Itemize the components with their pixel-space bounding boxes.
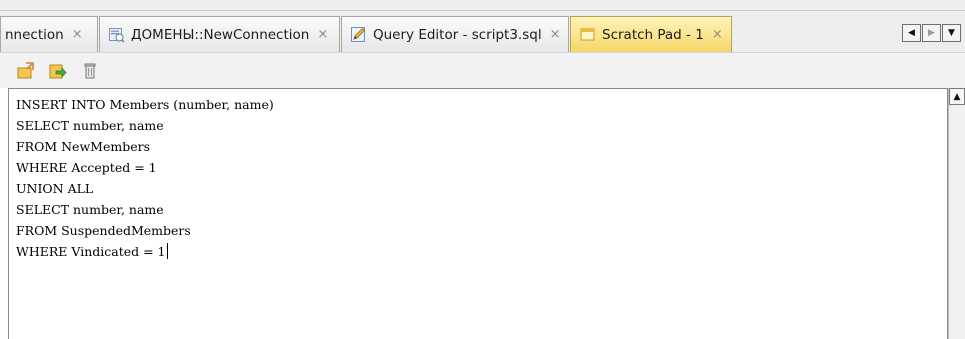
scroll-tabs-right-button[interactable]: ▶ <box>922 24 941 42</box>
tab-navigation: ◀ ▶ ▼ <box>902 24 965 42</box>
close-icon[interactable]: × <box>309 27 334 42</box>
database-connection-icon <box>109 28 125 43</box>
notepad-icon <box>580 28 595 41</box>
code-line: SELECT number, name <box>16 118 164 133</box>
tab-label: Scratch Pad - 1 <box>602 26 704 43</box>
export-arrow-icon[interactable] <box>49 62 67 80</box>
code-line: INSERT INTO Members (number, name) <box>16 97 274 112</box>
load-file-icon[interactable] <box>17 62 35 80</box>
tab-domeny-newconnection[interactable]: ДОМЕНЫ::NewConnection × <box>99 16 340 52</box>
code-line: WHERE Accepted = 1 <box>16 160 157 175</box>
tab-label: nnection <box>5 26 64 43</box>
code-line: UNION ALL <box>16 181 94 196</box>
scroll-up-button[interactable]: ▲ <box>949 88 965 105</box>
code-line-with-caret: WHERE Vindicated = 1 <box>16 241 274 262</box>
tab-connection[interactable]: nnection × <box>0 16 98 52</box>
pencil-edit-icon <box>351 27 366 42</box>
scratch-pad-editor[interactable]: INSERT INTO Members (number, name) SELEC… <box>8 88 948 339</box>
vertical-scrollbar[interactable]: ▲ <box>948 88 965 339</box>
close-icon[interactable]: × <box>542 27 567 42</box>
tab-query-editor[interactable]: Query Editor - script3.sql × <box>341 16 569 52</box>
tab-list-menu-button[interactable]: ▼ <box>942 24 961 42</box>
tab-label: Query Editor - script3.sql <box>373 26 542 43</box>
code-line: FROM SuspendedMembers <box>16 223 191 238</box>
toolbar <box>0 52 965 88</box>
trash-can-icon[interactable] <box>81 62 99 80</box>
close-icon[interactable]: × <box>704 27 729 42</box>
code-line: WHERE Vindicated = 1 <box>16 244 166 259</box>
text-caret <box>166 243 168 259</box>
tab-bar-separator <box>0 10 965 11</box>
code-line: FROM NewMembers <box>16 139 150 154</box>
tab-scratch-pad[interactable]: Scratch Pad - 1 × <box>570 16 732 52</box>
tab-label: ДОМЕНЫ::NewConnection <box>131 26 310 43</box>
tab-bar: nnection × ДОМЕНЫ::NewConnection × Query… <box>0 0 965 52</box>
close-icon[interactable]: × <box>64 27 89 42</box>
scroll-tabs-left-button[interactable]: ◀ <box>902 24 921 42</box>
code-text[interactable]: INSERT INTO Members (number, name) SELEC… <box>16 94 274 262</box>
code-line: SELECT number, name <box>16 202 164 217</box>
